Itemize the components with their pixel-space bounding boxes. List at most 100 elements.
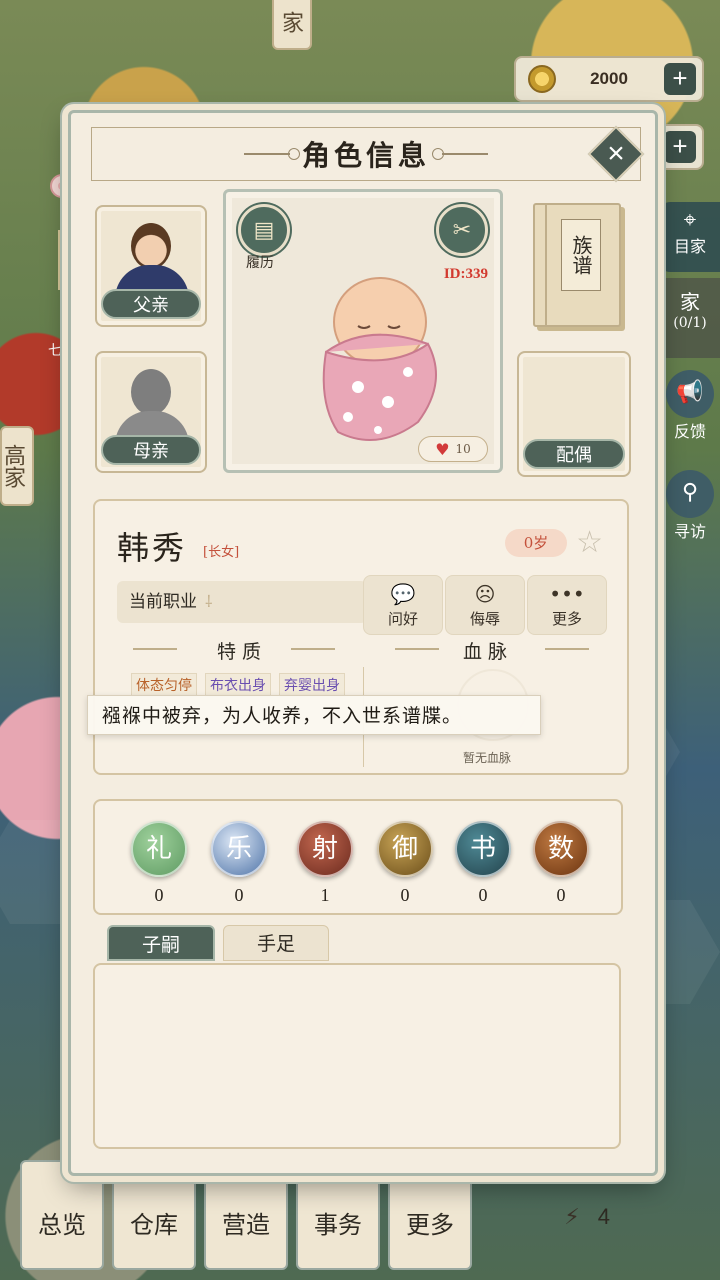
close-icon: ×	[607, 137, 625, 170]
bottom-nav: 总览 仓库 营造 事务 更多	[20, 1160, 472, 1270]
archery-icon: 射	[297, 821, 353, 877]
nav-construct-label: 营造	[222, 1211, 270, 1239]
current-job-bar[interactable]: 当前职业 ⸸	[117, 581, 367, 623]
skill-math[interactable]: 数 0	[531, 821, 591, 906]
nav-construct[interactable]: 营造	[204, 1160, 288, 1270]
nav-more[interactable]: 更多	[388, 1160, 472, 1270]
coin-icon	[528, 65, 556, 93]
traits-ornament-right	[291, 648, 335, 650]
nav-overview[interactable]: 总览	[20, 1160, 104, 1270]
coin-counter: 2000 +	[514, 56, 704, 102]
search-visit-label: 寻访	[673, 522, 706, 541]
insult-label: 侮辱	[469, 609, 500, 628]
add-coins-button[interactable]: +	[664, 63, 696, 95]
dialog-title: 角色信息	[301, 139, 430, 172]
music-icon: 乐	[211, 821, 267, 877]
title-ornament-left	[243, 148, 300, 160]
greet-button[interactable]: 💬 问好	[363, 575, 443, 635]
character-role: [长女]	[203, 545, 240, 560]
scroll-icon: ▤	[253, 217, 275, 243]
feedback-label: 反馈	[673, 422, 706, 441]
father-avatar-head	[131, 223, 171, 269]
nav-warehouse[interactable]: 仓库	[112, 1160, 196, 1270]
nav-warehouse-label: 仓库	[130, 1211, 178, 1239]
father-label: 父亲	[101, 289, 201, 319]
music-value: 0	[234, 885, 244, 905]
energy-value: 4	[597, 1204, 610, 1229]
greet-label: 问好	[387, 609, 418, 628]
heart-icon: ♥	[435, 439, 450, 459]
traits-title: 特质	[217, 641, 268, 663]
charioteering-value: 0	[400, 885, 410, 905]
house-slot-count: (0/1)	[673, 315, 707, 331]
affection-badge: ♥ 10	[418, 436, 488, 462]
favorite-star-icon[interactable]: ☆	[576, 525, 603, 560]
character-portrait: ▤ 履历 ✂ ID:339 ♥ 10	[223, 189, 503, 473]
character-info-panel: 韩秀 [长女] 0岁 ☆ 当前职业 ⸸ 💬 问好 ☹ 侮辱 ••• 更多 特质 血…	[87, 499, 629, 775]
skill-rites[interactable]: 礼 0	[129, 821, 189, 906]
genealogy-book-button[interactable]: 族谱	[533, 203, 621, 327]
affection-value: 10	[455, 442, 471, 456]
bloodline-ornament-right	[545, 648, 589, 650]
tab-heirs[interactable]: 子嗣	[107, 925, 215, 961]
swaddled-baby-illustration	[322, 277, 437, 441]
ellipsis-icon: •••	[549, 581, 585, 606]
resume-button[interactable]: ▤	[238, 204, 290, 256]
nav-affairs-label: 事务	[314, 1211, 362, 1239]
job-arrow-icon: ⸸	[205, 592, 213, 611]
angry-face-icon: ☹	[474, 581, 496, 606]
lightning-icon: ⚡	[564, 1204, 580, 1230]
age-badge: 0岁	[505, 529, 567, 557]
mother-label: 母亲	[101, 435, 201, 465]
add-secondary-button[interactable]: +	[664, 131, 696, 163]
trait-tag[interactable]: 体态匀停	[131, 673, 197, 697]
mother-card[interactable]: 母亲	[95, 351, 207, 473]
skill-archery[interactable]: 射 1	[295, 821, 355, 906]
trait-tag[interactable]: 布衣出身	[205, 673, 271, 697]
trait-tooltip: 襁褓中被弃，为人收养，不入世系谱牒。	[87, 695, 541, 735]
spouse-card[interactable]: 配偶	[517, 351, 631, 477]
rites-icon: 礼	[131, 821, 187, 877]
more-actions-label: 更多	[551, 609, 582, 628]
writing-icon: 书	[455, 821, 511, 877]
resume-label: 履历	[246, 255, 274, 271]
tab-content-area	[93, 963, 621, 1149]
character-name: 韩秀	[117, 529, 188, 567]
feedback-button[interactable]: 📢 反馈	[660, 370, 720, 460]
house-slot-label: 家	[680, 290, 700, 314]
nav-more-label: 更多	[406, 1211, 454, 1239]
skill-charioteering[interactable]: 御 0	[375, 821, 435, 906]
father-card[interactable]: 父亲	[95, 205, 207, 327]
map-pin-label: 目家	[673, 237, 706, 256]
archery-value: 1	[320, 885, 330, 905]
more-actions-button[interactable]: ••• 更多	[527, 575, 607, 635]
speech-bubble-icon: 💬	[390, 581, 416, 606]
house-tag-top[interactable]: 家	[272, 0, 312, 50]
book-spine	[535, 205, 547, 325]
bloodline-ornament-left	[395, 648, 439, 650]
nav-overview-label: 总览	[38, 1211, 86, 1239]
map-pin-button[interactable]: ⌖ 目家	[660, 202, 720, 272]
charioteering-icon: 御	[377, 821, 433, 877]
customize-button[interactable]: ✂	[436, 204, 488, 256]
skill-writing[interactable]: 书 0	[453, 821, 513, 906]
insult-button[interactable]: ☹ 侮辱	[445, 575, 525, 635]
house-tag-gao[interactable]: 高家	[0, 426, 34, 506]
search-visit-button[interactable]: ⚲ 寻访	[660, 470, 720, 560]
scissors-icon: ✂	[452, 217, 472, 243]
bloodline-title: 血脉	[463, 641, 514, 663]
house-slot-button[interactable]: 家 (0/1)	[660, 278, 720, 358]
spouse-label: 配偶	[523, 439, 625, 469]
tab-siblings[interactable]: 手足	[223, 925, 329, 961]
character-info-dialog: 角色信息 × 父亲 母亲 ▤ 履历 ✂ ID:339 ♥ 10 族谱 配偶 韩秀…	[68, 110, 658, 1176]
trait-tag[interactable]: 弃婴出身	[279, 673, 345, 697]
mother-silhouette-head	[131, 369, 171, 415]
six-arts-panel: 礼 0 乐 0 射 1 御 0 书 0 数 0	[93, 799, 623, 915]
coin-value: 2000	[590, 69, 628, 88]
skill-music[interactable]: 乐 0	[209, 821, 269, 906]
nav-affairs[interactable]: 事务	[296, 1160, 380, 1270]
map-pin-icon: ⌖	[683, 208, 697, 233]
megaphone-icon: 📢	[666, 370, 714, 418]
close-button[interactable]: ×	[587, 125, 645, 183]
energy-counter: ⚡ 4	[564, 1204, 610, 1230]
